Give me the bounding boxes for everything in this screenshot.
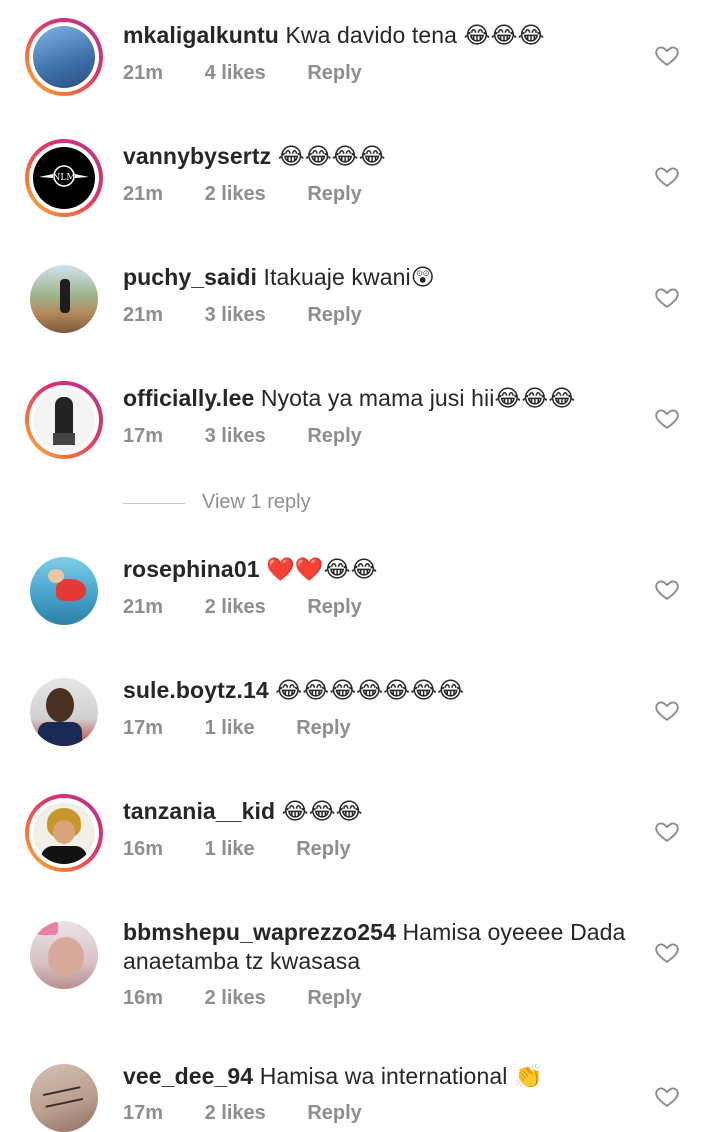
comment-emoji: ❤️❤️😂😂 <box>266 556 378 582</box>
reply-button[interactable]: Reply <box>296 717 350 740</box>
comment-time: 16m <box>123 838 164 860</box>
comment-text: Nyota ya mama jusi hii <box>260 385 495 411</box>
username[interactable]: officially.lee <box>123 385 254 411</box>
comment-emoji: 👏 <box>513 1063 543 1089</box>
comment-likes[interactable]: 2 likes <box>205 596 266 619</box>
username[interactable]: vee_dee_94 <box>123 1063 253 1089</box>
avatar[interactable] <box>30 265 98 333</box>
view-replies-text[interactable]: View 1 reply <box>202 491 311 514</box>
comment-time: 21m <box>123 183 164 205</box>
comment-text: Itakuaje kwani <box>263 264 411 290</box>
comment-time: 21m <box>123 62 164 84</box>
avatar[interactable] <box>25 18 103 96</box>
comment-emoji: 😂😂😂 <box>463 22 545 48</box>
comment-emoji: 😂😂😂 <box>494 385 576 411</box>
username[interactable]: rosephina01 <box>123 556 260 582</box>
username[interactable]: sule.boytz.14 <box>123 677 269 703</box>
comment-emoji: 😂😂😂 <box>281 798 363 824</box>
username[interactable]: vannybysertz <box>123 143 271 169</box>
avatar[interactable] <box>25 381 103 459</box>
comment-time: 17m <box>123 1102 164 1124</box>
comment-likes[interactable]: 2 likes <box>205 987 266 1010</box>
comment-time: 16m <box>123 987 164 1009</box>
reply-button[interactable]: Reply <box>307 596 361 619</box>
heart-outline-icon[interactable] <box>654 284 680 310</box>
username[interactable]: tanzania__kid <box>123 798 275 824</box>
comment-time: 17m <box>123 425 164 447</box>
avatar[interactable] <box>30 1064 98 1132</box>
reply-button[interactable]: Reply <box>307 1102 361 1125</box>
heart-outline-icon[interactable] <box>654 405 680 431</box>
divider-line <box>123 503 185 504</box>
reply-button[interactable]: Reply <box>307 62 361 85</box>
avatar[interactable] <box>30 678 98 746</box>
nlm-logo: NLM <box>39 165 89 187</box>
comment-emoji: 😲 <box>410 264 435 290</box>
heart-outline-icon[interactable] <box>654 42 680 68</box>
username[interactable]: puchy_saidi <box>123 264 257 290</box>
comment-time: 21m <box>123 304 164 326</box>
comment-likes[interactable]: 2 likes <box>205 183 266 206</box>
reply-button[interactable]: Reply <box>307 987 361 1010</box>
reply-button[interactable]: Reply <box>307 425 361 448</box>
comment-emoji: 😂😂😂😂 <box>277 143 386 169</box>
comment-likes[interactable]: 2 likes <box>205 1102 266 1125</box>
comment-text: Hamisa wa international <box>259 1063 508 1089</box>
avatar[interactable]: NLM <box>25 139 103 217</box>
comment-likes[interactable]: 3 likes <box>205 304 266 327</box>
heart-outline-icon[interactable] <box>654 939 680 965</box>
comment-likes[interactable]: 4 likes <box>205 62 266 85</box>
reply-button[interactable]: Reply <box>296 838 350 861</box>
svg-text:NLM: NLM <box>52 173 75 183</box>
comment-text: Kwa davido tena <box>285 22 458 48</box>
heart-outline-icon[interactable] <box>654 163 680 189</box>
comment-likes[interactable]: 1 like <box>205 838 255 861</box>
heart-outline-icon[interactable] <box>654 1083 680 1109</box>
comment-emoji: 😂😂😂😂😂😂😂 <box>275 677 465 703</box>
heart-outline-icon[interactable] <box>654 576 680 602</box>
comment-time: 17m <box>123 717 164 739</box>
heart-outline-icon[interactable] <box>654 818 680 844</box>
avatar[interactable] <box>30 921 98 989</box>
username[interactable]: mkaligalkuntu <box>123 22 279 48</box>
comment-likes[interactable]: 1 like <box>205 717 255 740</box>
reply-button[interactable]: Reply <box>307 183 361 206</box>
comment-likes[interactable]: 3 likes <box>205 425 266 448</box>
avatar[interactable] <box>30 557 98 625</box>
comment-time: 21m <box>123 596 164 618</box>
heart-outline-icon[interactable] <box>654 697 680 723</box>
reply-button[interactable]: Reply <box>307 304 361 327</box>
username[interactable]: bbmshepu_waprezzo254 <box>123 919 396 945</box>
avatar[interactable] <box>25 794 103 872</box>
